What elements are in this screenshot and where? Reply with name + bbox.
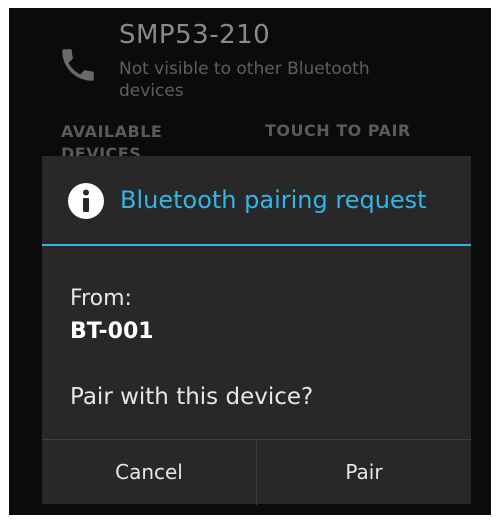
touch-to-pair-label: TOUCH TO PAIR: [265, 121, 411, 140]
dialog-title: Bluetooth pairing request: [120, 186, 427, 214]
dialog-header: Bluetooth pairing request: [42, 156, 471, 244]
from-label: From:: [70, 286, 132, 311]
pair-button[interactable]: Pair: [257, 440, 471, 505]
visibility-status: Not visible to other Bluetooth devices: [119, 59, 370, 101]
android-screen: SMP53-210 Not visible to other Bluetooth…: [9, 8, 491, 515]
phone-icon: [62, 49, 94, 81]
requesting-device-name: BT-001: [70, 319, 154, 344]
title-divider: [42, 244, 471, 246]
paired-device-name: SMP53-210: [119, 20, 271, 50]
dialog-button-bar: Cancel Pair: [42, 439, 471, 505]
bluetooth-settings-background: SMP53-210 Not visible to other Bluetooth…: [9, 8, 491, 163]
pair-question: Pair with this device?: [70, 384, 314, 410]
info-icon: [68, 183, 104, 219]
pairing-dialog: Bluetooth pairing request From: BT-001 P…: [42, 156, 471, 505]
cancel-button[interactable]: Cancel: [42, 440, 256, 505]
